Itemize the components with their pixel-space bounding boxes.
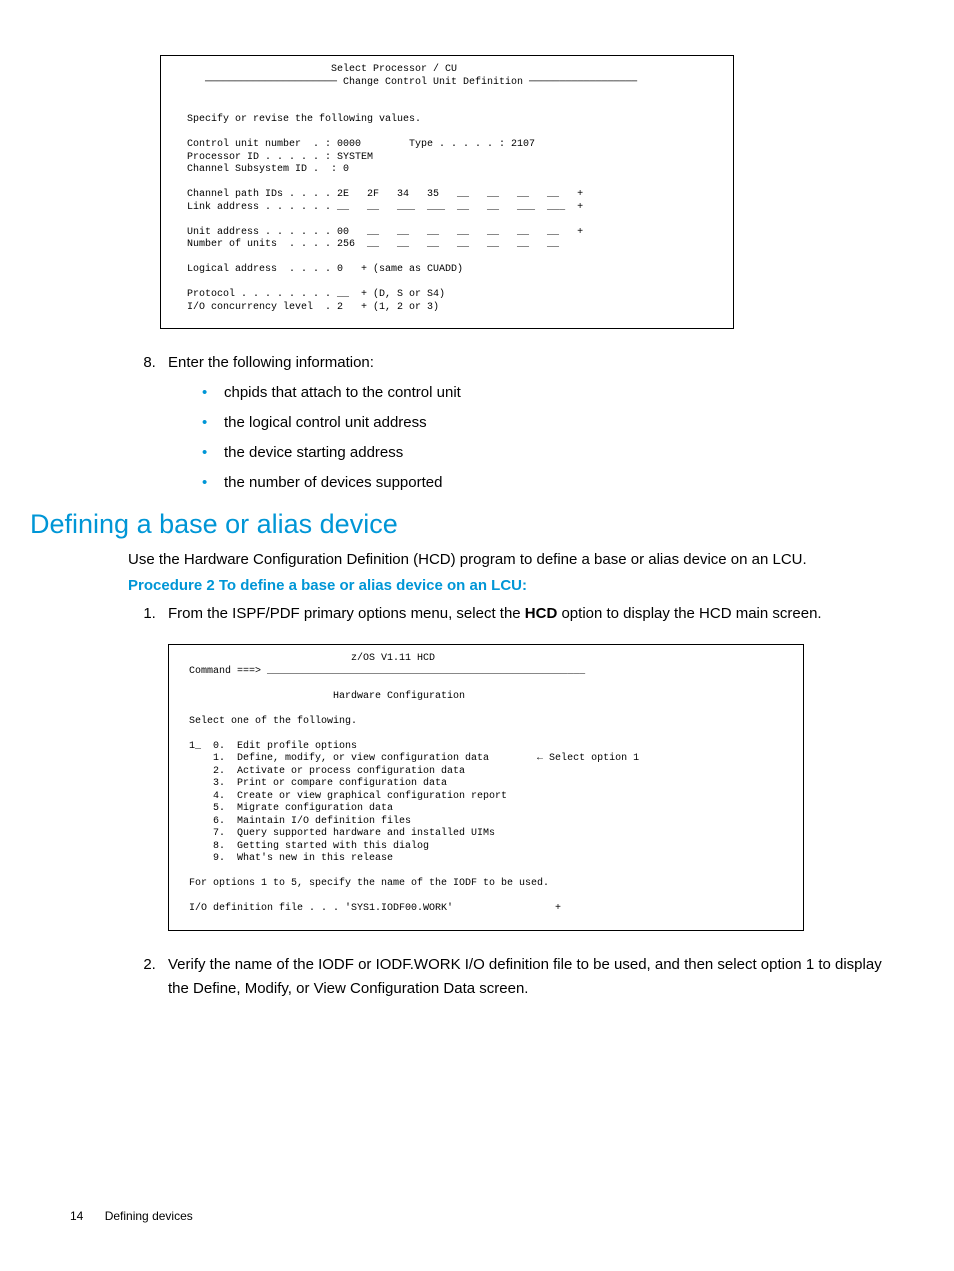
section-intro: Use the Hardware Configuration Definitio… <box>128 548 884 571</box>
footer-label: Defining devices <box>105 1209 193 1223</box>
heading-defining-base-or-alias-device: Defining a base or alias device <box>30 509 884 540</box>
step-8: Enter the following information: chpids … <box>160 351 884 495</box>
proc-step-1-pre: From the ISPF/PDF primary options menu, … <box>168 605 525 622</box>
bullet-device-start-address: the device starting address <box>202 441 884 465</box>
procedure-2-title: Procedure 2 To define a base or alias de… <box>128 577 884 594</box>
terminal-hcd-main: z/OS V1.11 HCD Command ===> ____________… <box>168 644 804 931</box>
ordered-steps-continued: Enter the following information: chpids … <box>130 351 884 495</box>
procedure-2-steps: From the ISPF/PDF primary options menu, … <box>130 602 884 1001</box>
bullet-logical-cu-address: the logical control unit address <box>202 411 884 435</box>
proc-step-1-post: option to display the HCD main screen. <box>557 605 821 622</box>
proc-step-1-bold: HCD <box>525 605 558 622</box>
proc-step-1: From the ISPF/PDF primary options menu, … <box>160 602 884 931</box>
page-footer: 14 Defining devices <box>70 1209 193 1223</box>
terminal-select-processor-cu: Select Processor / CU ──────────────────… <box>160 55 734 329</box>
step-8-lead: Enter the following information: <box>168 354 374 371</box>
step-8-bullets: chpids that attach to the control unit t… <box>202 381 884 495</box>
bullet-chpids: chpids that attach to the control unit <box>202 381 884 405</box>
proc-step-2: Verify the name of the IODF or IODF.WORK… <box>160 953 884 1001</box>
bullet-number-devices: the number of devices supported <box>202 471 884 495</box>
page-number: 14 <box>70 1209 83 1223</box>
